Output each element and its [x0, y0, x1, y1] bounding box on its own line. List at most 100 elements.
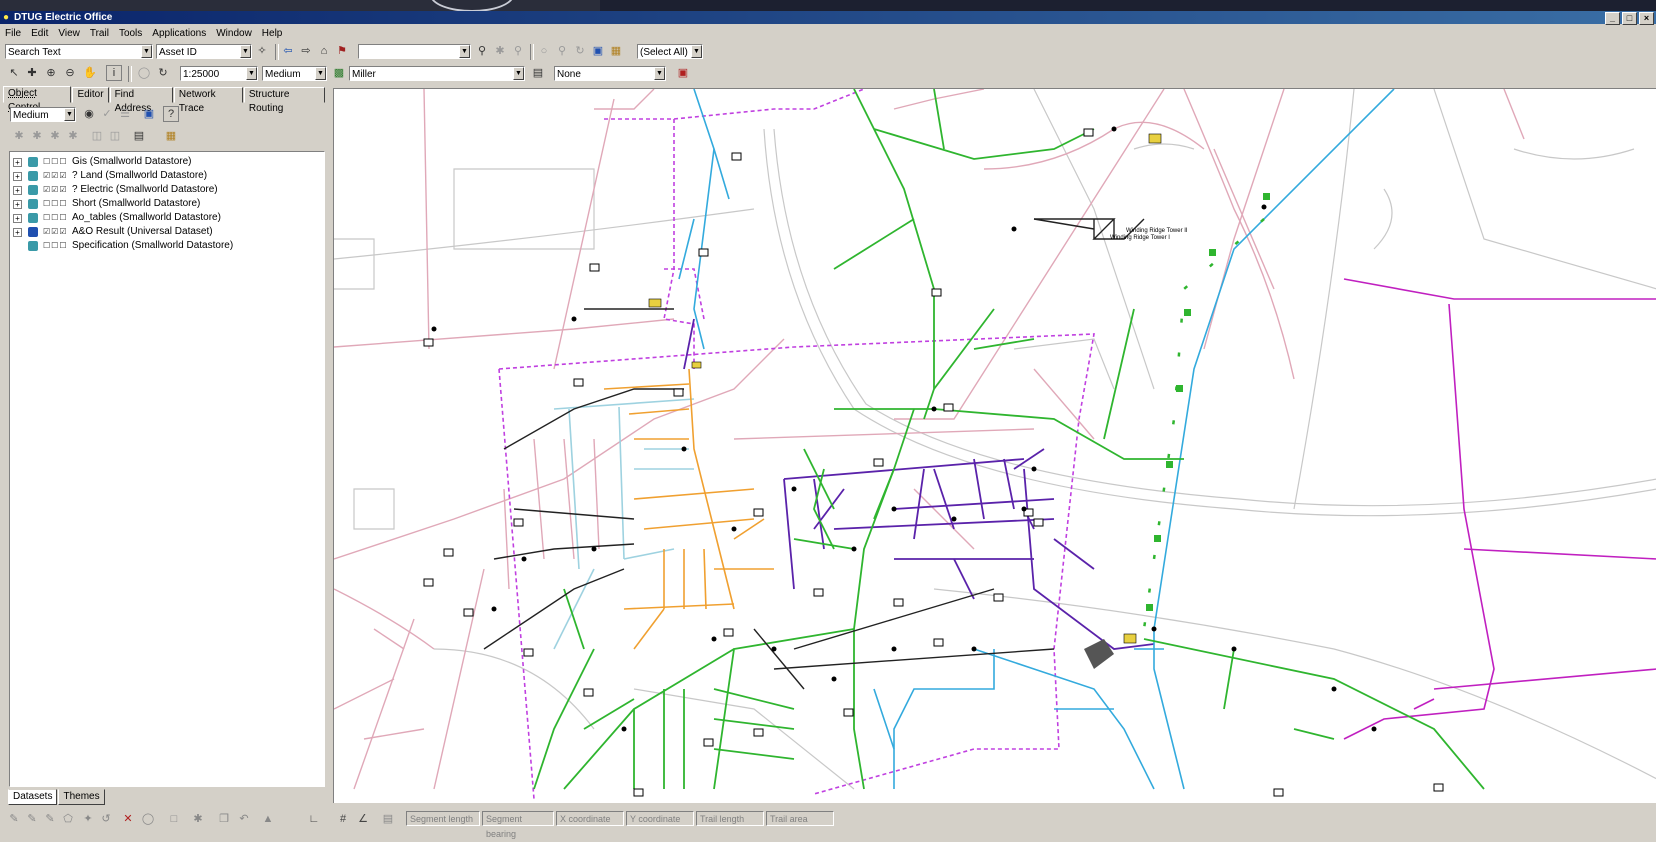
find-icon[interactable]: ⚲	[510, 43, 526, 59]
tree-row[interactable]: + ☐☐☐ Short (Smallworld Datastore)	[10, 197, 320, 211]
undo-icon[interactable]: ↶	[236, 811, 252, 827]
search-mode-select[interactable]: Search Text ▼	[5, 44, 153, 59]
draw-move-icon[interactable]: ✦	[80, 811, 96, 827]
datastore-icon	[28, 171, 38, 181]
back-arrow-icon[interactable]: ⇦	[280, 43, 296, 59]
restore-button[interactable]: □	[1622, 12, 1637, 25]
user-select[interactable]: Miller ▼	[349, 66, 525, 81]
light-blue-feeder	[553, 398, 695, 650]
menu-tools[interactable]: Tools	[114, 28, 147, 39]
panel-tabs: Object Control Editor Find Address Netwo…	[3, 86, 326, 114]
draw-line-icon[interactable]: ✎	[24, 811, 40, 827]
tree-row[interactable]: + ☑☑☑? Land (Smallworld Datastore)	[10, 169, 320, 183]
menu-applications[interactable]: Applications	[147, 28, 211, 39]
redraw-icon[interactable]: ↻	[155, 65, 171, 81]
display-menu-icon[interactable]: ▤	[131, 128, 147, 144]
crosshair-icon[interactable]: ✚	[24, 65, 40, 81]
tree-row[interactable]: + ☐☐☐ Gis (Smallworld Datastore)	[10, 155, 320, 169]
search-go-icon[interactable]: ✧	[254, 43, 270, 59]
snap-icon[interactable]: ✱	[190, 811, 206, 827]
refresh-icon[interactable]: ↻	[572, 43, 588, 59]
help-icon[interactable]: ?	[163, 106, 179, 122]
paste-icon[interactable]: ◫	[107, 128, 123, 144]
zoom-out-icon[interactable]: ⊖	[62, 65, 78, 81]
clear-overlay-icon[interactable]: ▣	[675, 65, 691, 81]
orange-feeder	[603, 368, 774, 650]
tree-row[interactable]: + ☑☑☑ A&O Result (Universal Dataset)	[10, 225, 320, 239]
draw-point-icon[interactable]: ✎	[6, 811, 22, 827]
title-bar: ● DTUG Electric Office _ □ ×	[0, 11, 1656, 25]
trail-area-field: Trail area	[766, 811, 834, 826]
copy-icon[interactable]: ◫	[89, 128, 105, 144]
tab-network-trace[interactable]: Network Trace	[173, 87, 243, 114]
x-coordinate-field: X coordinate	[556, 811, 624, 826]
overlay-select[interactable]: None ▼	[554, 66, 666, 81]
close-button[interactable]: ×	[1639, 12, 1654, 25]
delete-icon[interactable]: ✕	[120, 811, 136, 827]
panel-detail-select[interactable]: Medium ▼	[10, 107, 76, 122]
transmission-line	[1142, 193, 1270, 630]
style-menu-icon[interactable]: ▦	[163, 128, 179, 144]
menu-view[interactable]: View	[53, 28, 85, 39]
overlay-settings-icon[interactable]: ▤	[530, 65, 546, 81]
tab-editor[interactable]: Editor	[72, 87, 109, 103]
lock-icon[interactable]: ▲	[260, 811, 276, 827]
circle-tool-icon[interactable]: ◯	[140, 811, 156, 827]
angle-icon[interactable]: ∠	[355, 811, 371, 827]
zoom-in-icon[interactable]: ⊕	[43, 65, 59, 81]
magnify-icon[interactable]: ⚲	[554, 43, 570, 59]
check-icon[interactable]: ✓	[99, 106, 115, 122]
select-tool-icon[interactable]: ○	[536, 43, 552, 59]
tool-b-icon[interactable]: ✱	[29, 128, 45, 144]
binoculars-icon[interactable]: ◉	[81, 106, 97, 122]
tree-row[interactable]: + ☑☑☑? Electric (Smallworld Datastore)	[10, 183, 320, 197]
tab-datasets[interactable]: Datasets	[8, 789, 58, 805]
map-label-tower-ii: Winding Ridge Tower II	[1126, 228, 1188, 234]
pointer-icon[interactable]: ↖	[6, 65, 22, 81]
menu-edit[interactable]: Edit	[26, 28, 53, 39]
window-icon[interactable]: ▣	[590, 43, 606, 59]
menu-file[interactable]: File	[0, 28, 26, 39]
trail-icon[interactable]: ∟	[306, 811, 322, 827]
search-field-select[interactable]: Asset ID ▼	[156, 44, 252, 59]
home-icon[interactable]: ⌂	[316, 43, 332, 59]
road-layer	[334, 89, 1656, 790]
menu-help[interactable]: Help	[257, 28, 288, 39]
list-icon[interactable]: ☰	[117, 106, 133, 122]
draw-rotate-icon[interactable]: ↺	[98, 811, 114, 827]
tab-object-control[interactable]: Object Control	[3, 86, 72, 113]
draw-area-icon[interactable]: ✎	[42, 811, 58, 827]
tab-structure-routing[interactable]: Structure Routing	[243, 87, 325, 114]
tool-d-icon[interactable]: ✱	[65, 128, 81, 144]
forward-arrow-icon[interactable]: ⇨	[298, 43, 314, 59]
tool-c-icon[interactable]: ✱	[47, 128, 63, 144]
info-icon[interactable]: i	[106, 65, 122, 81]
draw-shape-icon[interactable]: ⬠	[60, 811, 76, 827]
menu-trail[interactable]: Trail	[85, 28, 114, 39]
minimize-button[interactable]: _	[1605, 12, 1620, 25]
menu-window[interactable]: Window	[211, 28, 257, 39]
grid-icon[interactable]: #	[335, 811, 351, 827]
search-value-select[interactable]: ▼	[358, 44, 471, 59]
measure-icon[interactable]: ❐	[216, 811, 232, 827]
zoom-to-icon[interactable]: ⚲	[474, 43, 490, 59]
layer-icon[interactable]: ▦	[608, 43, 624, 59]
pan-hand-icon[interactable]: ✋	[82, 65, 98, 81]
properties-icon[interactable]: ▣	[141, 106, 157, 122]
stop-icon[interactable]: ◯	[136, 65, 152, 81]
rect-tool-icon[interactable]: □	[166, 811, 182, 827]
layers-icon[interactable]: ▩	[331, 65, 347, 81]
scale-select[interactable]: 1:25000 ▼	[180, 66, 258, 81]
bookmark-icon[interactable]: ⚑	[334, 43, 350, 59]
tab-themes[interactable]: Themes	[58, 789, 105, 805]
detail-select[interactable]: Medium ▼	[262, 66, 327, 81]
map-canvas[interactable]: Winding Ridge Tower II Winding Ridge Tow…	[333, 88, 1656, 803]
tree-row[interactable]: + ☐☐☐ Ao_tables (Smallworld Datastore)	[10, 211, 320, 225]
tab-find-address[interactable]: Find Address	[109, 87, 173, 114]
tool-a-icon[interactable]: ✱	[11, 128, 27, 144]
readout-icon[interactable]: ▤	[380, 811, 396, 827]
filter-icon[interactable]: ✱	[492, 43, 508, 59]
select-all-select[interactable]: (Select All) ▼	[637, 44, 703, 59]
dataset-icon	[28, 227, 38, 237]
tree-row[interactable]: ☐☐☐ Specification (Smallworld Datastore)	[10, 239, 320, 253]
